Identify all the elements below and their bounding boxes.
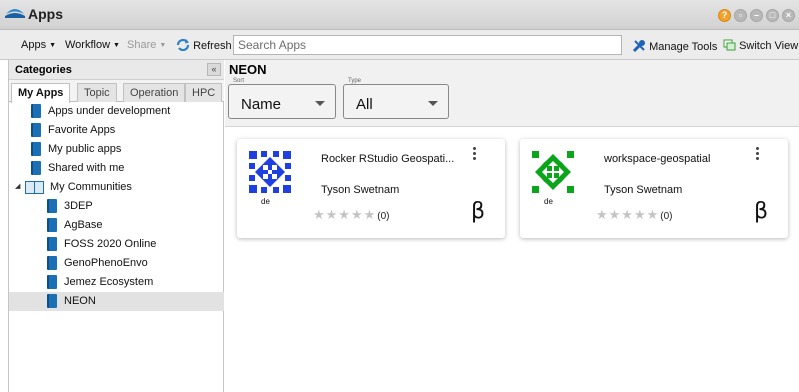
maximize-icon[interactable]: □ xyxy=(766,9,779,22)
sort-value: Name xyxy=(241,96,282,113)
sidebar-item-my-public-apps[interactable]: My public apps xyxy=(9,140,224,159)
more-options-icon[interactable] xyxy=(473,147,477,163)
categories-header: Categories « xyxy=(9,60,224,80)
tab-hpc[interactable]: HPC xyxy=(185,83,223,102)
sidebar-item-jemez-ecosystem[interactable]: Jemez Ecosystem xyxy=(9,273,224,292)
apps-main-panel: NEON Sort Name Type All de Rocker RStudi… xyxy=(225,60,799,392)
close-icon[interactable]: × xyxy=(782,9,795,22)
book-icon xyxy=(47,218,57,232)
window-icon[interactable]: ▫ xyxy=(734,9,747,22)
chevron-down-icon xyxy=(428,101,438,106)
apps-menu-button[interactable]: Apps ▼ xyxy=(21,39,56,51)
sidebar-item-my-communities[interactable]: ◢ My Communities xyxy=(9,178,224,197)
app-author: Tyson Swetnam xyxy=(321,184,400,196)
minimize-icon[interactable]: – xyxy=(750,9,763,22)
page-title: NEON xyxy=(229,62,267,77)
book-icon xyxy=(47,199,57,213)
beta-badge: β xyxy=(754,199,769,224)
sidebar-item-shared-with-me[interactable]: Shared with me xyxy=(9,159,224,178)
help-icon[interactable]: ? xyxy=(718,9,731,22)
open-book-icon xyxy=(25,181,44,194)
main-header: NEON Sort Name Type All xyxy=(225,60,799,126)
app-card[interactable]: de Rocker RStudio Geospati... Tyson Swet… xyxy=(237,139,505,238)
category-tabs: My Apps Topic Operation HPC xyxy=(9,80,224,103)
book-icon xyxy=(31,123,41,137)
sidebar-item-favorite-apps[interactable]: Favorite Apps xyxy=(9,121,224,140)
window-controls: ? ▫ – □ × xyxy=(718,9,795,22)
app-name-link[interactable]: workspace-geospatial xyxy=(604,153,754,165)
app-card[interactable]: de workspace-geospatial Tyson Swetnam ★★… xyxy=(520,139,788,238)
manage-tools-button[interactable]: Manage Tools xyxy=(632,39,717,53)
chevron-down-icon xyxy=(315,101,325,106)
rating-count: (0) xyxy=(660,211,673,222)
categories-sidebar: Categories « My Apps Topic Operation HPC… xyxy=(8,60,224,392)
sidebar-item-foss-2020-online[interactable]: FOSS 2020 Online xyxy=(9,235,224,254)
book-icon xyxy=(31,104,41,118)
switch-view-button[interactable]: Switch View xyxy=(723,39,798,52)
app-name-link[interactable]: Rocker RStudio Geospati... xyxy=(321,153,471,165)
type-select[interactable]: Type All xyxy=(343,78,449,119)
window-title: Apps xyxy=(28,6,63,22)
categories-title: Categories xyxy=(15,64,72,76)
app-author: Tyson Swetnam xyxy=(604,184,683,196)
rating-stars[interactable]: ★★★★★(0) xyxy=(596,207,673,223)
book-icon xyxy=(47,256,57,270)
book-icon xyxy=(47,237,57,251)
sidebar-item-neon[interactable]: NEON xyxy=(9,292,224,311)
share-menu-button[interactable]: Share ▼ xyxy=(127,39,166,51)
app-logo-label: de xyxy=(261,197,270,206)
book-icon xyxy=(47,275,57,289)
beta-badge: β xyxy=(471,199,486,224)
search-input[interactable] xyxy=(233,35,622,55)
tab-topic[interactable]: Topic xyxy=(77,83,117,102)
divider xyxy=(225,126,799,127)
refresh-button[interactable]: Refresh xyxy=(176,38,232,52)
type-caption: Type xyxy=(348,78,362,84)
title-bar: Apps ? ▫ – □ × xyxy=(0,0,799,30)
book-icon xyxy=(31,161,41,175)
app-logo-label: de xyxy=(544,197,553,206)
collapse-sidebar-icon[interactable]: « xyxy=(207,63,221,76)
sidebar-item-agbase[interactable]: AgBase xyxy=(9,216,224,235)
switch-view-icon xyxy=(723,39,736,51)
tools-icon xyxy=(632,40,645,53)
workflow-menu-button[interactable]: Workflow ▼ xyxy=(65,39,120,51)
rating-count: (0) xyxy=(377,211,390,222)
book-icon xyxy=(31,142,41,156)
tab-my-apps[interactable]: My Apps xyxy=(11,83,71,103)
app-logo-icon xyxy=(249,151,291,193)
app-logo-icon xyxy=(532,151,574,193)
sort-select[interactable]: Sort Name xyxy=(228,78,336,119)
book-icon xyxy=(47,294,57,308)
refresh-icon xyxy=(176,38,190,52)
app-logo-icon xyxy=(5,9,25,18)
type-value: All xyxy=(356,96,373,113)
sidebar-item-3dep[interactable]: 3DEP xyxy=(9,197,224,216)
rating-stars[interactable]: ★★★★★(0) xyxy=(313,207,390,223)
sort-caption: Sort xyxy=(233,78,245,84)
sidebar-item-apps-under-development[interactable]: Apps under development xyxy=(9,102,224,121)
tab-operation[interactable]: Operation xyxy=(123,83,186,102)
expand-icon[interactable]: ◢ xyxy=(15,182,20,190)
sidebar-item-genophenoenvo[interactable]: GenoPhenoEnvo xyxy=(9,254,224,273)
more-options-icon[interactable] xyxy=(756,147,760,163)
